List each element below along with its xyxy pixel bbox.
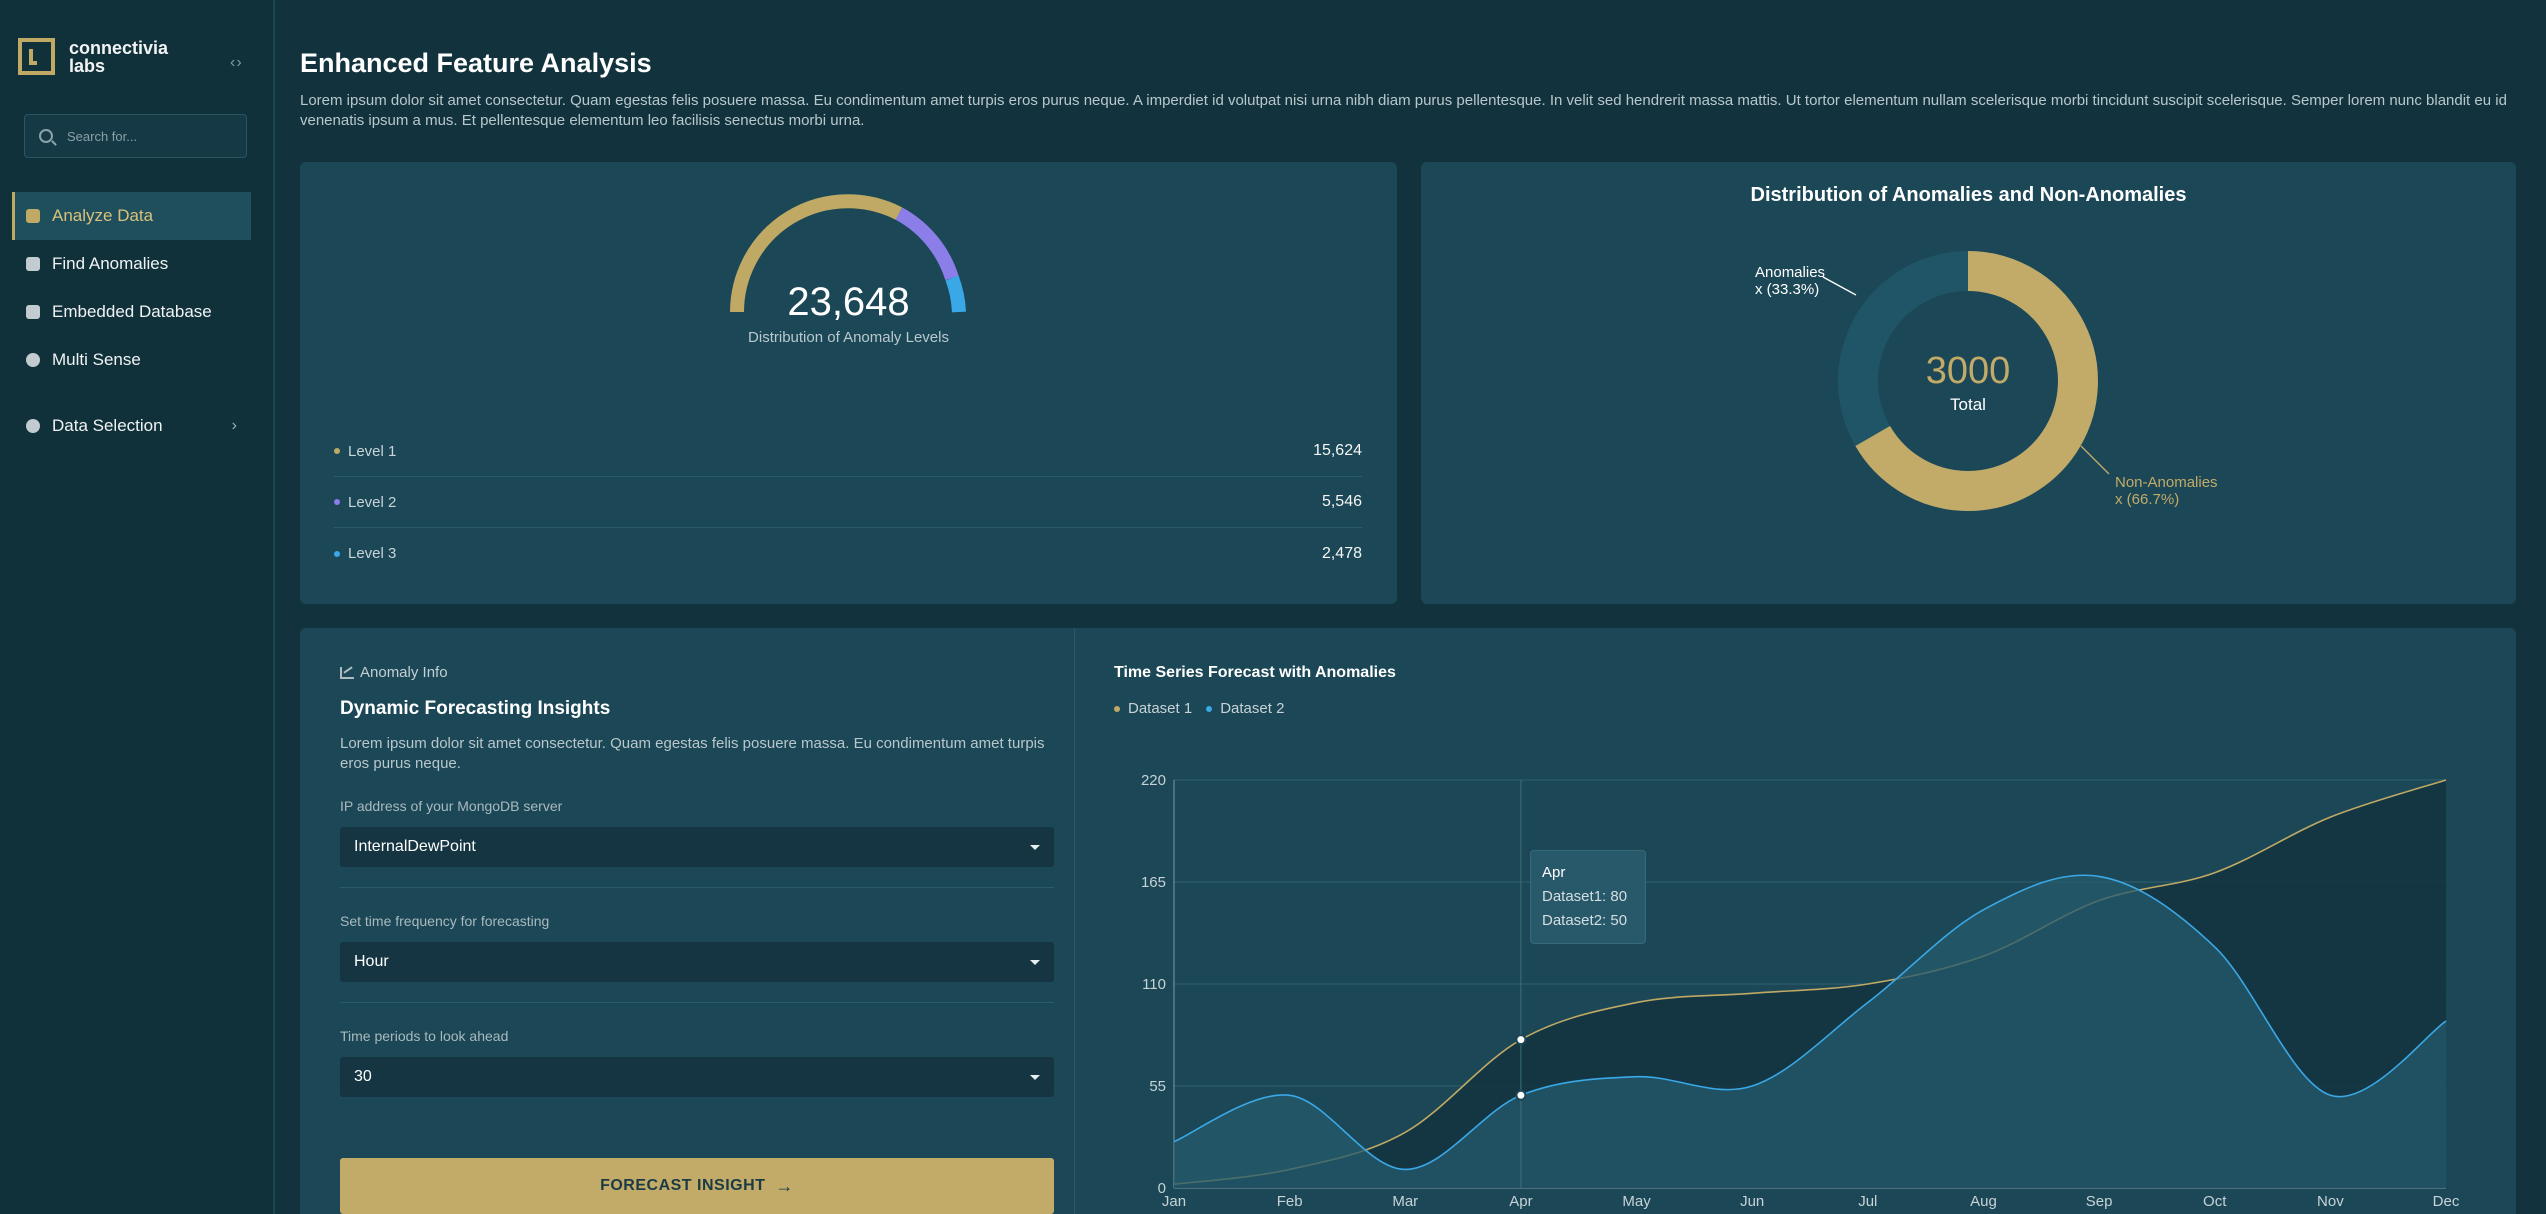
level-list: Level 1 15,624 Level 2 5,546 Level 3 2,4… bbox=[334, 426, 1362, 579]
sidebar-item-analyze-data[interactable]: Analyze Data bbox=[12, 192, 251, 240]
anomaly-distribution-card: Distribution of Anomalies and Non-Anomal… bbox=[1421, 162, 2516, 604]
x-tick-label: Jan bbox=[1162, 1193, 1186, 1210]
database-icon bbox=[26, 209, 40, 223]
y-tick-label: 110 bbox=[1142, 976, 1166, 993]
tooltip-title: Apr bbox=[1542, 864, 1566, 881]
sidebar: connectivia labs ‹› Analyze Data Find An… bbox=[0, 0, 275, 1214]
y-tick-label: 165 bbox=[1141, 874, 1166, 891]
sidebar-nav: Analyze Data Find Anomalies Embedded Dat… bbox=[12, 192, 251, 450]
page-title: Enhanced Feature Analysis bbox=[300, 48, 652, 78]
x-tick-label: Oct bbox=[2203, 1193, 2227, 1210]
x-tick-label: Feb bbox=[1277, 1193, 1303, 1210]
sidebar-item-label: Embedded Database bbox=[52, 302, 212, 321]
gear-icon bbox=[26, 419, 40, 433]
donut-total-value: 3000 bbox=[1926, 350, 2011, 392]
anomaly-levels-card: 23,648 Distribution of Anomaly Levels Le… bbox=[300, 162, 1397, 604]
stack-icon bbox=[26, 305, 40, 319]
sense-icon bbox=[26, 353, 40, 367]
anomaly-donut-chart: 3000 Total bbox=[1822, 251, 2110, 511]
sidebar-item-find-anomalies[interactable]: Find Anomalies bbox=[12, 240, 251, 288]
gauge-label: Distribution of Anomaly Levels bbox=[748, 329, 949, 346]
level-value: 15,624 bbox=[1313, 442, 1362, 459]
x-tick-label: May bbox=[1622, 1193, 1651, 1210]
level-row-2: Level 2 5,546 bbox=[334, 477, 1362, 528]
page-description: Lorem ipsum dolor sit amet consectetur. … bbox=[300, 92, 2507, 129]
anomalies-label: Anomalies bbox=[1755, 264, 1826, 281]
level-value: 5,546 bbox=[1321, 493, 1362, 510]
sidebar-item-embedded-database[interactable]: Embedded Database bbox=[12, 288, 251, 336]
x-tick-label: Jul bbox=[1858, 1193, 1877, 1210]
hover-point-2 bbox=[1515, 1089, 1527, 1101]
level-2-dot bbox=[334, 499, 340, 505]
brand-name-sub: labs bbox=[69, 55, 106, 76]
callout-line-non-anomalies bbox=[2080, 445, 2110, 475]
gauge-total-value: 23,648 bbox=[787, 280, 910, 324]
gauge-arc-level-2 bbox=[895, 207, 959, 281]
non-anomalies-callout: Non-Anomalies x (66.7%) bbox=[2115, 474, 2218, 508]
chart-tooltip: Apr Dataset1: 80 Dataset2: 50 bbox=[1530, 850, 1646, 944]
sidebar-item-label: Find Anomalies bbox=[52, 254, 169, 273]
sidebar-item-label: Analyze Data bbox=[52, 206, 154, 225]
sidebar-item-multi-sense[interactable]: Multi Sense bbox=[12, 336, 251, 384]
level-3-dot bbox=[334, 550, 340, 557]
x-tick-label: Mar bbox=[1392, 1193, 1418, 1210]
search-input[interactable] bbox=[67, 128, 237, 144]
hover-point-1 bbox=[1515, 1034, 1527, 1046]
level-row-1: Level 1 15,624 bbox=[334, 426, 1362, 477]
search-icon bbox=[39, 129, 53, 143]
sidebar-item-label: Multi Sense bbox=[52, 350, 141, 369]
sidebar-search[interactable] bbox=[24, 114, 247, 158]
level-label: Level 3 bbox=[348, 545, 397, 562]
level-label: Level 2 bbox=[348, 493, 397, 511]
collapse-sidebar-icon[interactable]: ‹› bbox=[230, 54, 243, 72]
anomalies-callout: Anomalies x (33.3%) bbox=[1755, 264, 1825, 298]
sidebar-item-data-selection[interactable]: Data Selection › bbox=[12, 402, 251, 450]
non-anomalies-percent: x (66.7%) bbox=[2115, 491, 2180, 508]
donut-total-label: Total bbox=[1950, 395, 1986, 414]
y-tick-label: 220 bbox=[1141, 772, 1166, 789]
x-tick-label: Apr bbox=[1509, 1193, 1532, 1210]
level-value: 2,478 bbox=[1321, 544, 1362, 562]
x-tick-label: Dec bbox=[2433, 1193, 2460, 1210]
tooltip-line-1: Dataset1: 80 bbox=[1542, 888, 1628, 905]
forecast-card: Anomaly Info Dynamic Forecasting Insight… bbox=[300, 628, 2516, 1214]
level-label: Level 1 bbox=[348, 442, 397, 460]
chevron-right-icon: › bbox=[231, 417, 237, 434]
x-tick-label: Jun bbox=[1740, 1193, 1764, 1210]
callout-line-anomalies bbox=[1822, 276, 1857, 296]
y-tick-label: 55 bbox=[1149, 1078, 1166, 1095]
brand-name: connectivia bbox=[69, 37, 169, 58]
anomalies-percent: x (33.3%) bbox=[1755, 281, 1820, 298]
sidebar-item-label: Data Selection bbox=[52, 416, 163, 435]
tooltip-line-2: Dataset2: 50 bbox=[1542, 912, 1628, 929]
level-row-3: Level 3 2,478 bbox=[334, 528, 1362, 579]
time-series-chart: 055110165220Jan Feb Mar Apr May Jun Jul Aug Sep O… bbox=[1141, 772, 2460, 1210]
brand-logo[interactable]: connectivia labs bbox=[18, 38, 168, 75]
anomaly-icon bbox=[26, 257, 40, 271]
x-tick-label: Sep bbox=[2086, 1193, 2113, 1210]
level-1-dot bbox=[334, 448, 340, 454]
non-anomalies-label: Non-Anomalies bbox=[2115, 474, 2218, 491]
x-tick-label: Aug bbox=[1970, 1193, 1997, 1210]
x-tick-label: Nov bbox=[2317, 1193, 2344, 1210]
logo-icon bbox=[18, 38, 55, 75]
